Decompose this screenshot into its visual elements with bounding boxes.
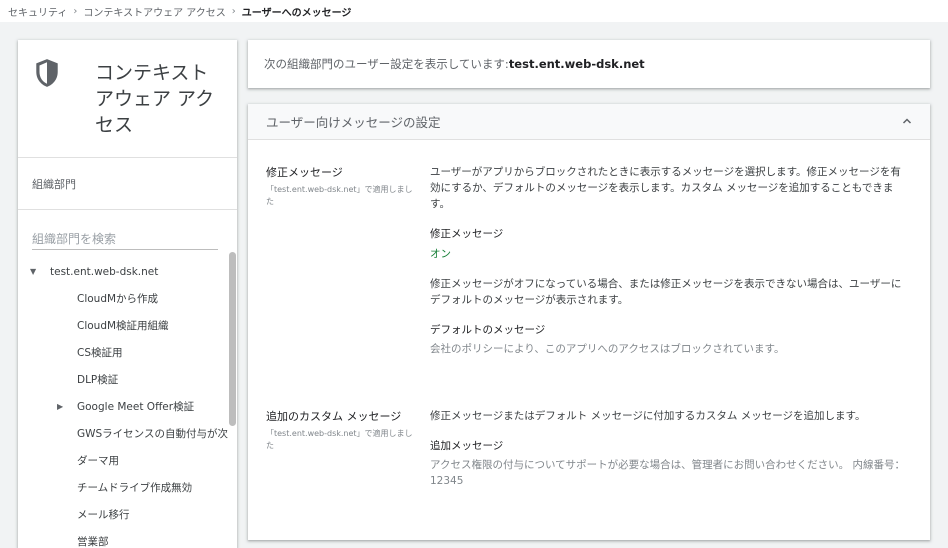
app-title: コンテキスト アウェア アク セス xyxy=(95,62,215,136)
tree-item-label: Google Meet Offer検証 xyxy=(77,401,195,413)
tree-item[interactable]: チームドライブ作成無効 xyxy=(18,474,237,501)
tree-item[interactable]: ▶ Google Meet Offer検証 xyxy=(18,393,237,420)
message-settings-panel: ユーザー向けメッセージの設定 修正メッセージ 「test.ent.web-dsk… xyxy=(248,104,930,540)
app-header: コンテキスト アウェア アク セス xyxy=(18,40,237,158)
custom-message-description: 修正メッセージまたはデフォルト メッセージに付加するカスタム メッセージを追加し… xyxy=(430,410,866,422)
breadcrumb-separator: › xyxy=(73,5,78,17)
info-domain: test.ent.web-dsk.net xyxy=(508,57,645,71)
org-unit-search-input[interactable] xyxy=(32,232,218,250)
expand-right-icon[interactable]: ▶ xyxy=(57,402,77,411)
tree-item[interactable]: GWSライセンスの自動付与が次 xyxy=(18,420,237,447)
remediation-description: ユーザーがアプリからブロックされたときに表示するメッセージを選択します。修正メッ… xyxy=(430,166,901,210)
tree-item-label: DLP検証 xyxy=(77,374,119,386)
breadcrumb-context-aware-access[interactable]: コンテキストアウェア アクセス xyxy=(83,4,225,19)
tree-item-label: ダーマ用 xyxy=(77,455,119,467)
tree-item[interactable]: CloudM検証用組織 xyxy=(18,312,237,339)
remediation-note: 修正メッセージがオフになっている場合、または修正メッセージを表示できない場合は、… xyxy=(430,278,902,306)
tree-item-label: チームドライブ作成無効 xyxy=(77,482,193,494)
chevron-up-icon[interactable] xyxy=(902,116,912,126)
custom-message-body[interactable]: 修正メッセージまたはデフォルト メッセージに付加するカスタム メッセージを追加し… xyxy=(430,408,910,489)
breadcrumb-current: ユーザーへのメッセージ xyxy=(241,7,352,19)
settings-header[interactable]: ユーザー向けメッセージの設定 xyxy=(248,104,930,140)
tree-item[interactable]: メール移行 xyxy=(18,501,237,528)
additional-message-title: 追加メッセージ xyxy=(430,440,504,452)
remediation-status: オン xyxy=(430,248,451,260)
org-unit-tree: ▼ test.ent.web-dsk.net CloudMから作成 CloudM… xyxy=(18,258,237,548)
org-unit-search xyxy=(18,210,237,258)
custom-label-block: 追加のカスタム メッセージ 「test.ent.web-dsk.net」で適用し… xyxy=(266,408,416,452)
tree-item-label: CS検証用 xyxy=(77,347,123,359)
default-message-title: デフォルトのメッセージ xyxy=(430,324,546,336)
shield-icon xyxy=(36,59,58,87)
expand-down-icon[interactable]: ▼ xyxy=(30,267,50,276)
tree-item[interactable]: DLP検証 xyxy=(18,366,237,393)
tree-item-label: 営業部 xyxy=(77,536,109,548)
tree-item[interactable]: ダーマ用 xyxy=(18,447,237,474)
tree-item[interactable]: CloudMから作成 xyxy=(18,285,237,312)
tree-scrollbar[interactable] xyxy=(229,252,236,426)
remediation-subtitle: 修正メッセージ xyxy=(430,228,504,240)
tree-item-label: CloudMから作成 xyxy=(77,293,159,305)
info-prefix: 次の組織部門のユーザー設定を表示しています: xyxy=(264,57,509,71)
breadcrumb: セキュリティ › コンテキストアウェア アクセス › ユーザーへのメッセージ xyxy=(0,0,948,22)
remediation-body[interactable]: ユーザーがアプリからブロックされたときに表示するメッセージを選択します。修正メッ… xyxy=(430,164,910,357)
additional-message-text: アクセス権限の付与についてサポートが必要な場合は、管理者にお問い合わせください。… xyxy=(430,459,905,487)
tree-item-label: CloudM検証用組織 xyxy=(77,320,169,332)
remediation-applied: 「test.ent.web-dsk.net」で適用しました xyxy=(266,185,413,206)
default-message-text: 会社のポリシーにより、このアプリへのアクセスはブロックされています。 xyxy=(430,343,785,355)
page: セキュリティ › コンテキストアウェア アクセス › ユーザーへのメッセージ コ… xyxy=(0,0,948,548)
org-unit-label: 組織部門 xyxy=(18,158,237,210)
org-unit-info: 次の組織部門のユーザー設定を表示しています: test.ent.web-dsk.… xyxy=(248,40,930,88)
tree-item[interactable]: 営業部 xyxy=(18,528,237,548)
tree-item-label: test.ent.web-dsk.net xyxy=(50,265,159,278)
tree-item-label: メール移行 xyxy=(77,509,130,521)
tree-item[interactable]: CS検証用 xyxy=(18,339,237,366)
tree-item-root[interactable]: ▼ test.ent.web-dsk.net xyxy=(18,258,237,285)
settings-title: ユーザー向けメッセージの設定 xyxy=(266,115,441,130)
breadcrumb-security[interactable]: セキュリティ xyxy=(8,4,67,19)
custom-message-label: 追加のカスタム メッセージ xyxy=(266,410,402,423)
custom-message-applied: 「test.ent.web-dsk.net」で適用しました xyxy=(266,429,413,450)
remediation-label: 修正メッセージ xyxy=(266,166,343,179)
sidebar: コンテキスト アウェア アク セス 組織部門 ▼ test.ent.web-ds… xyxy=(18,40,237,548)
remediation-label-block: 修正メッセージ 「test.ent.web-dsk.net」で適用しました xyxy=(266,164,416,208)
tree-item-label: GWSライセンスの自動付与が次 xyxy=(77,428,228,440)
breadcrumb-separator: › xyxy=(231,5,236,17)
